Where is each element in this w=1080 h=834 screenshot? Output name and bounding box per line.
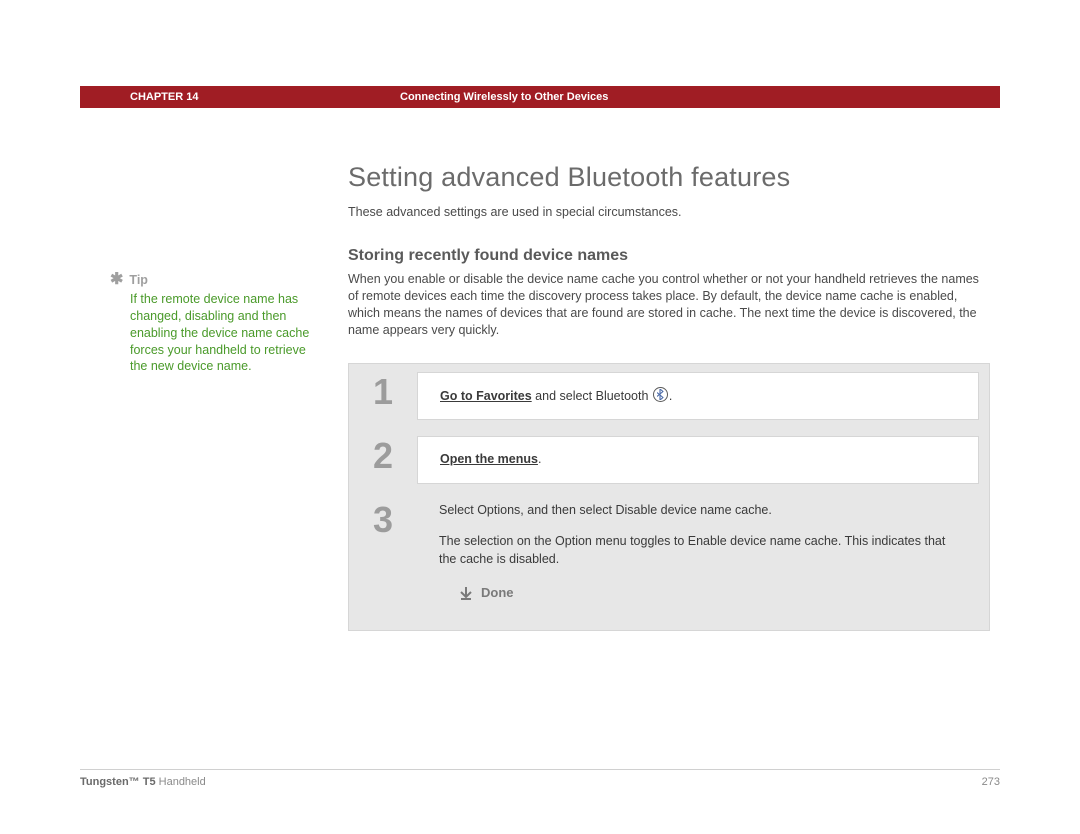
step-number: 2 (349, 428, 417, 492)
section-title: Storing recently found device names (348, 247, 990, 265)
section-body: When you enable or disable the device na… (348, 271, 990, 339)
open-menus-link[interactable]: Open the menus (440, 452, 538, 466)
step1-rest: and select Bluetooth (532, 389, 652, 403)
steps-container: 1 Go to Favorites and select Bluetooth .… (348, 363, 990, 632)
step-row: 1 Go to Favorites and select Bluetooth . (349, 364, 989, 429)
favorites-link[interactable]: Go to Favorites (440, 389, 532, 403)
step1-tail: . (669, 389, 672, 403)
tip-heading: ✱ Tip (110, 272, 318, 289)
product-name: Tungsten™ T5 Handheld (80, 776, 206, 788)
step-number: 3 (349, 492, 417, 631)
intro-text: These advanced settings are used in spec… (348, 205, 990, 219)
asterisk-icon: ✱ (110, 272, 123, 288)
step3-p1: Select Options, and then select Disable … (439, 502, 957, 520)
product-rest: Handheld (156, 776, 206, 788)
step-body: Open the menus. (417, 436, 979, 484)
page-title: Setting advanced Bluetooth features (348, 162, 990, 193)
step-body: Go to Favorites and select Bluetooth . (417, 372, 979, 421)
step-row: 3 Select Options, and then select Disabl… (349, 492, 989, 631)
chapter-topic: Connecting Wirelessly to Other Devices (400, 91, 608, 103)
step-number: 1 (349, 364, 417, 429)
page-number: 273 (982, 776, 1000, 788)
done-indicator: Done (439, 568, 957, 620)
done-label: Done (481, 584, 514, 602)
step-row: 2 Open the menus. (349, 428, 989, 492)
step-body: Select Options, and then select Disable … (417, 492, 979, 631)
down-arrow-icon (459, 586, 473, 600)
header-bar: CHAPTER 14 Connecting Wirelessly to Othe… (80, 86, 1000, 108)
main-content: Setting advanced Bluetooth features Thes… (348, 162, 1000, 631)
tip-sidebar: ✱ Tip If the remote device name has chan… (80, 162, 348, 631)
tip-label: Tip (129, 272, 148, 289)
product-bold: Tungsten™ T5 (80, 776, 156, 788)
tip-body: If the remote device name has changed, d… (110, 291, 318, 375)
chapter-label: CHAPTER 14 (80, 91, 400, 103)
page-footer: Tungsten™ T5 Handheld 273 (80, 769, 1000, 788)
step3-p2: The selection on the Option menu toggles… (439, 533, 957, 568)
bluetooth-icon (653, 387, 668, 402)
step2-tail: . (538, 452, 541, 466)
